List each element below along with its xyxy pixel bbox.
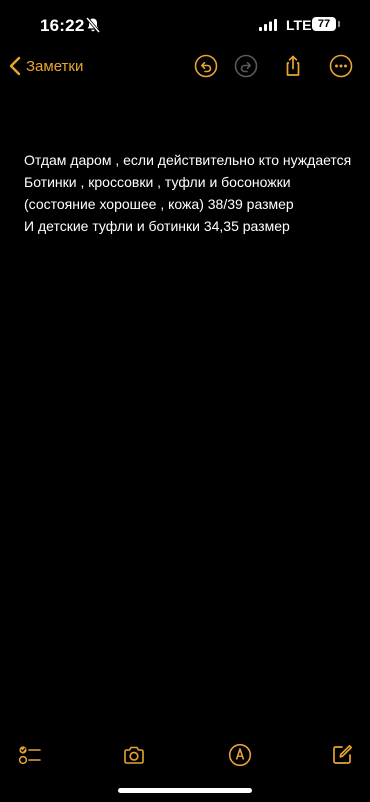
back-button[interactable]: Заметки (8, 54, 83, 78)
navigation-bar: Заметки (0, 50, 370, 82)
note-line: И детские туфли и ботинки 34,35 размер (24, 218, 290, 234)
camera-icon[interactable] (122, 743, 146, 767)
checklist-icon[interactable] (18, 743, 42, 767)
chevron-left-icon (9, 56, 21, 76)
more-options-icon[interactable] (329, 54, 353, 78)
undo-icon[interactable] (194, 54, 218, 78)
note-text-area[interactable]: Отдам даром , если действительно кто нуж… (24, 149, 354, 237)
status-time: 16:22 (40, 16, 85, 35)
note-line: Ботинки , кроссовки , туфли и босоножки … (24, 174, 294, 212)
home-indicator[interactable] (118, 788, 252, 793)
markup-pen-icon[interactable] (228, 743, 252, 767)
network-type: LTE (286, 17, 312, 33)
note-line: Отдам даром , если действительно кто нуж… (24, 152, 352, 168)
battery-indicator: 77 (312, 17, 340, 31)
bottom-toolbar (0, 737, 370, 771)
redo-icon[interactable] (234, 54, 258, 78)
back-label: Заметки (26, 57, 84, 75)
status-bar: 16:22 LTE 77 (0, 0, 370, 50)
compose-note-icon[interactable] (330, 743, 354, 767)
share-icon[interactable] (281, 54, 305, 78)
bell-slash-icon (86, 17, 100, 33)
cellular-signal-icon (259, 19, 277, 31)
